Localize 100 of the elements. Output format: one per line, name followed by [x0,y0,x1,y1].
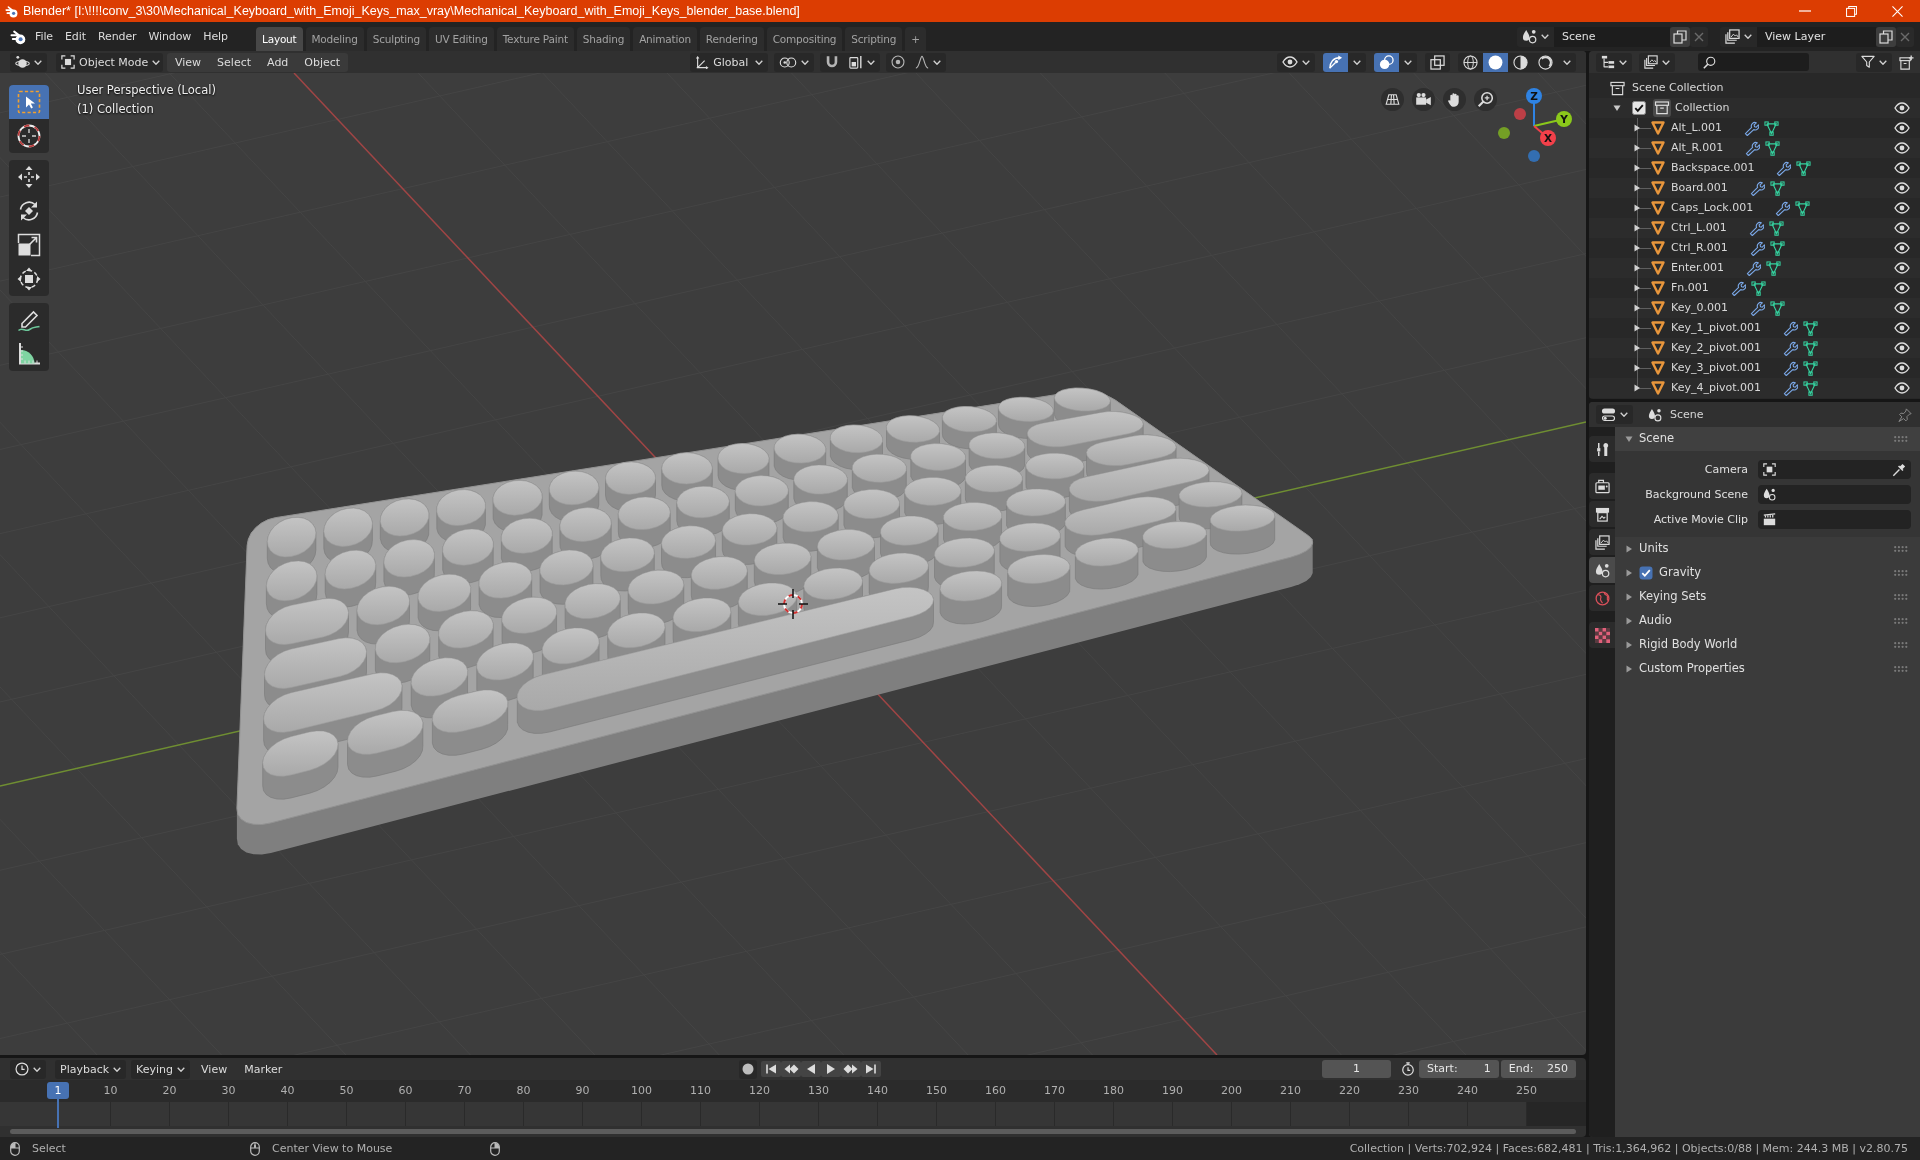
menu-item[interactable]: Add [259,52,297,72]
menu-item[interactable]: Select [209,52,260,72]
wrench-icon[interactable] [1744,120,1759,136]
menu-item[interactable]: Help [197,25,234,48]
menu-item[interactable]: View [167,52,210,72]
wrench-icon[interactable] [1748,220,1764,236]
disclosure-triangle-icon[interactable] [1633,204,1641,212]
vertex-triangle-icon[interactable] [1768,220,1784,236]
scene-browse-button[interactable] [1517,26,1554,47]
filter-dropdown[interactable] [1856,52,1892,72]
properties-tab[interactable] [1589,501,1615,527]
workspace-tab[interactable]: UV Editing [428,27,494,51]
eye-icon[interactable] [1894,222,1910,234]
vertex-triangle-icon[interactable] [1803,380,1819,396]
menu-item[interactable]: Render [91,25,143,48]
menu-dropdown[interactable]: Keying [131,1059,191,1079]
disclosure-triangle-icon[interactable] [1625,569,1633,577]
properties-tab[interactable] [1589,529,1615,555]
editor-type-button[interactable] [1596,405,1633,424]
playhead[interactable]: 1 [47,1082,69,1128]
movie-camera-icon[interactable] [1412,88,1435,111]
drag-handle-icon[interactable] [1894,546,1908,552]
snap-element-dropdown[interactable] [844,52,881,72]
panel-header[interactable]: Scene [1615,427,1920,451]
disclosure-triangle-icon[interactable] [1633,164,1641,172]
editor-type-button[interactable] [1596,52,1632,72]
drag-handle-icon[interactable] [1894,570,1908,576]
eye-icon[interactable] [1894,322,1910,334]
menu-item[interactable]: Object [296,52,349,72]
vertex-triangle-icon[interactable] [1795,200,1811,216]
gizmo-axis-handle[interactable]: Z [1526,88,1542,127]
disclosure-triangle-icon[interactable] [1633,264,1641,272]
workspace-tab[interactable]: Rendering [699,27,764,51]
vertex-triangle-icon[interactable] [1803,360,1819,376]
disclosure-triangle-icon[interactable] [1625,665,1633,673]
wrench-icon[interactable] [1783,380,1799,396]
mode-dropdown[interactable]: Object Mode [56,52,163,72]
hand-icon[interactable] [1443,88,1466,111]
eye-icon[interactable] [1894,162,1910,174]
workspace-tab[interactable]: Animation [633,27,697,51]
disclosure-triangle-icon[interactable] [1633,224,1641,232]
outliner-row[interactable]: Board.001 [1589,178,1920,198]
disclosure-triangle-icon[interactable] [1633,304,1641,312]
workspace-tab[interactable]: Sculpting [366,27,426,51]
disclosure-triangle-icon[interactable] [1633,244,1641,252]
scene-name-field[interactable]: Scene [1554,26,1670,47]
editor-type-button[interactable] [10,52,47,72]
outliner-row[interactable]: Collection [1589,98,1920,118]
wrench-icon[interactable] [1749,300,1765,316]
vertex-triangle-icon[interactable] [1750,280,1766,296]
disclosure-triangle-icon[interactable] [1633,184,1641,192]
outliner-row[interactable]: Enter.001 [1589,258,1920,278]
gizmo-toggle[interactable] [1323,52,1348,72]
search-field[interactable] [1698,53,1809,71]
grid-icon[interactable] [1381,88,1404,111]
gizmo-dropdown[interactable] [1348,52,1366,72]
vertex-triangle-icon[interactable] [1764,120,1779,136]
shading-mode-button[interactable] [1483,52,1508,72]
blender-logo-icon[interactable] [10,28,26,45]
xray-toggle[interactable] [1425,52,1450,72]
snap-toggle[interactable] [820,52,845,72]
axis-dot-icon[interactable] [1528,150,1540,162]
disclosure-triangle-icon[interactable] [1625,545,1633,553]
eye-icon[interactable] [1894,262,1910,274]
eye-icon[interactable] [1894,362,1910,374]
drag-handle-icon[interactable] [1894,594,1908,600]
eye-icon[interactable] [1894,382,1910,394]
workspace-tab[interactable]: Modeling [305,27,364,51]
magnifier-icon[interactable] [1474,88,1497,111]
checkbox[interactable] [1632,101,1646,115]
checkbox[interactable] [1639,566,1653,580]
eye-icon[interactable] [1894,202,1910,214]
menu-item[interactable]: View [195,1059,234,1079]
workspace-tab[interactable]: Compositing [766,27,843,51]
editor-type-button[interactable] [10,1059,46,1079]
box-plus-icon[interactable] [1899,54,1914,70]
eye-icon[interactable] [1894,182,1910,194]
menu-item[interactable]: Edit [59,25,92,48]
stopwatch-icon[interactable] [1401,1062,1415,1076]
vertex-triangle-icon[interactable] [1769,240,1785,256]
workspace-tab[interactable]: Scripting [845,27,903,51]
shading-mode-button[interactable] [1508,52,1533,72]
wrench-icon[interactable] [1749,240,1765,256]
outliner-row[interactable]: Key_0.001 [1589,298,1920,318]
disclosure-triangle-icon[interactable] [1633,284,1641,292]
eye-icon[interactable] [1894,142,1910,154]
properties-tab[interactable] [1589,473,1615,499]
next-keyframe-icon[interactable] [841,1061,862,1077]
copy-icon[interactable] [1876,26,1896,47]
wrench-icon[interactable] [1775,200,1791,216]
disclosure-triangle-icon[interactable] [1633,384,1641,392]
copy-icon[interactable] [1670,26,1690,47]
camera-field[interactable] [1758,460,1911,479]
vertex-triangle-icon[interactable] [1796,160,1812,176]
play-reverse-icon[interactable] [801,1061,822,1077]
menu-dropdown[interactable]: Playback [55,1059,127,1079]
proportional-editing-toggle[interactable] [886,52,911,72]
drag-handle-icon[interactable] [1894,642,1908,648]
horizontal-scrollbar[interactable] [10,1129,1576,1134]
axis-dot-icon[interactable] [1514,108,1526,120]
